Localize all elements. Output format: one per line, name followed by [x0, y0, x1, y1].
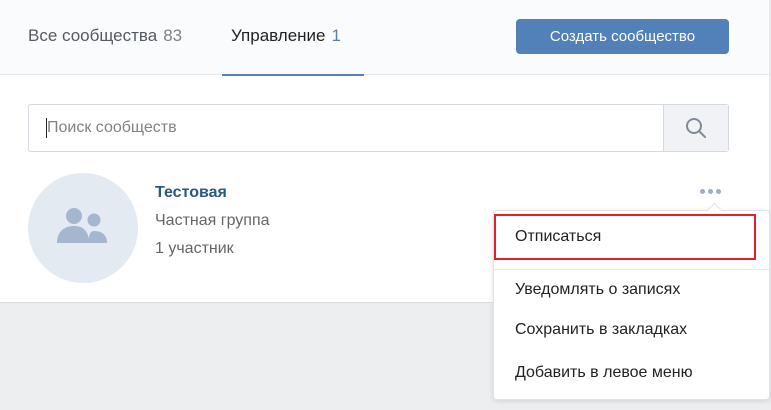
group-members-count: 1 участник	[155, 240, 234, 257]
text-caret	[46, 118, 47, 138]
group-name-link[interactable]: Тестовая	[155, 184, 227, 202]
search-icon	[686, 118, 706, 138]
menu-item-save-bookmarks[interactable]: Сохранить в закладках	[494, 310, 769, 350]
create-community-button[interactable]: Создать сообщество	[516, 19, 729, 54]
more-dots-icon	[700, 189, 705, 194]
more-actions-button[interactable]	[697, 186, 727, 200]
menu-item-add-left-menu[interactable]: Добавить в левое меню	[494, 353, 769, 393]
menu-item-notify-posts[interactable]: Уведомлять о записях	[494, 270, 769, 310]
tab-label: Все сообщества	[28, 26, 158, 45]
tab-label: Управление	[231, 26, 326, 45]
menu-item-unsubscribe[interactable]: Отписаться	[494, 217, 769, 257]
tab-management[interactable]: Управление 1	[222, 0, 364, 76]
group-type: Частная группа	[155, 212, 270, 229]
users-icon	[57, 208, 107, 243]
tab-all-communities[interactable]: Все сообщества 83	[28, 0, 182, 75]
tabs-bar: Все сообщества 83 Управление 1 Создать соо…	[0, 0, 769, 76]
search-button[interactable]	[663, 105, 728, 151]
group-avatar[interactable]	[28, 173, 138, 283]
search-box	[28, 104, 729, 152]
more-dots-icon	[716, 189, 721, 194]
active-tab-underline	[222, 74, 364, 76]
more-dots-icon	[708, 189, 713, 194]
tab-count: 83	[163, 26, 183, 45]
tab-count: 1	[331, 26, 341, 45]
group-actions-menu: Отписаться Уведомлять о записях Сохранит…	[493, 202, 770, 400]
search-input[interactable]	[29, 105, 663, 151]
